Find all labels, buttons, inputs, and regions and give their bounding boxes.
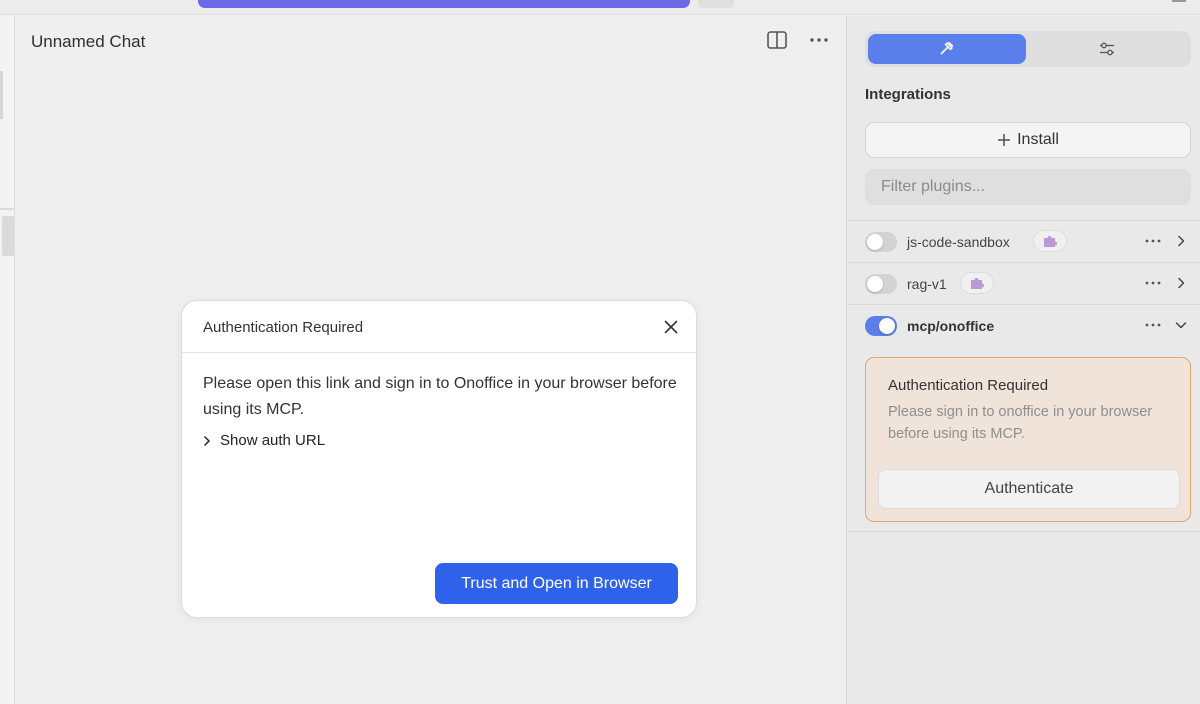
integrations-panel: Integrations Install js-code-sandbox [846, 16, 1200, 704]
split-view-icon [767, 31, 787, 49]
plugin-more-button[interactable] [1143, 231, 1163, 251]
install-button[interactable]: Install [865, 122, 1191, 158]
chat-more-button[interactable] [807, 28, 831, 52]
hammer-icon [940, 41, 954, 55]
modal-close-button[interactable] [661, 317, 681, 337]
left-strip [0, 16, 15, 704]
more-horizontal-icon [810, 38, 828, 42]
plugin-name: js-code-sandbox [907, 234, 1010, 250]
show-auth-url-toggle[interactable]: Show auth URL [203, 432, 325, 449]
puzzle-icon [971, 278, 984, 289]
plugin-toggle-js-code-sandbox[interactable] [865, 232, 897, 252]
plugin-expand-button[interactable] [1171, 231, 1191, 251]
left-strip-divider [0, 208, 15, 210]
tab-tools[interactable] [868, 34, 1026, 64]
plugin-badge [1033, 230, 1067, 252]
more-horizontal-icon [1145, 281, 1161, 285]
plugin-name: rag-v1 [907, 276, 947, 292]
integrations-heading: Integrations [865, 86, 951, 103]
top-strip [0, 0, 1200, 15]
puzzle-icon [1044, 236, 1057, 247]
plugin-row-js-code-sandbox: js-code-sandbox [847, 220, 1200, 262]
close-icon [664, 320, 678, 334]
plugin-collapse-button[interactable] [1171, 315, 1191, 335]
split-view-button[interactable] [765, 28, 789, 52]
authenticate-button[interactable]: Authenticate [878, 469, 1180, 509]
left-strip-handle[interactable] [0, 71, 3, 119]
plugin-toggle-rag-v1[interactable] [865, 274, 897, 294]
show-auth-url-label: Show auth URL [220, 432, 326, 449]
install-label: Install [1017, 131, 1059, 148]
top-right-mark [1172, 0, 1186, 2]
chevron-right-icon [1178, 235, 1185, 247]
plugin-badge [960, 272, 994, 294]
plugin-expand-button[interactable] [1171, 273, 1191, 293]
panel-mode-switch [865, 31, 1191, 67]
panel-divider [847, 531, 1200, 532]
chevron-down-icon [1175, 322, 1187, 329]
plugin-row-mcp-onoffice: mcp/onoffice [847, 304, 1200, 346]
top-tab-indicator[interactable] [198, 0, 690, 8]
trust-open-browser-button[interactable]: Trust and Open in Browser [435, 563, 678, 604]
more-horizontal-icon [1145, 323, 1161, 327]
plus-icon [998, 134, 1011, 146]
plugin-more-button[interactable] [1143, 315, 1163, 335]
auth-required-card: Authentication Required Please sign in t… [865, 357, 1191, 522]
sliders-icon [1100, 42, 1114, 56]
top-tab-secondary[interactable] [698, 0, 734, 8]
chevron-right-icon [204, 435, 210, 446]
plugin-list: js-code-sandbox rag-v1 mcp/onoffice [847, 220, 1200, 346]
plugin-more-button[interactable] [1143, 273, 1163, 293]
filter-plugins-input[interactable] [865, 169, 1191, 205]
plugin-name: mcp/onoffice [907, 318, 995, 334]
modal-message: Please open this link and sign in to Ono… [203, 375, 677, 418]
chat-title: Unnamed Chat [31, 32, 146, 51]
modal-title: Authentication Required [203, 319, 364, 336]
auth-card-description: Please sign in to onoffice in your brows… [888, 404, 1153, 442]
auth-modal: Authentication Required Please open this… [181, 300, 697, 618]
tab-settings[interactable] [1028, 34, 1186, 64]
plugin-toggle-mcp-onoffice[interactable] [865, 316, 897, 336]
plugin-row-rag-v1: rag-v1 [847, 262, 1200, 304]
chevron-right-icon [1178, 277, 1185, 289]
auth-card-title: Authentication Required [888, 377, 1049, 394]
modal-header: Authentication Required [182, 301, 696, 353]
more-horizontal-icon [1145, 239, 1161, 243]
left-strip-scroll-thumb[interactable] [2, 216, 14, 256]
